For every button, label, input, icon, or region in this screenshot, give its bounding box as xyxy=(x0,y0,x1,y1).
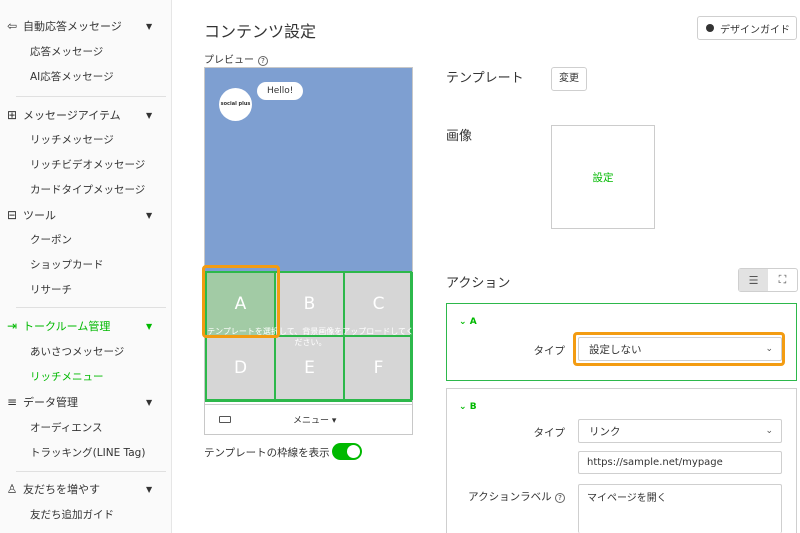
sidebar-group-add-friends[interactable]: ♙ 友だちを増やす ▼ xyxy=(0,480,172,498)
url-input[interactable]: https://sample.net/mypage xyxy=(578,451,782,474)
sidebar-item-response-message[interactable]: 応答メッセージ xyxy=(30,44,103,59)
sidebar-item-research[interactable]: リサーチ xyxy=(30,282,72,297)
action-panel-header-a[interactable]: ⌄ A xyxy=(459,317,477,327)
info-icon xyxy=(706,24,714,32)
image-upload-box[interactable]: 設定 xyxy=(551,125,655,229)
sidebar-group-message-item[interactable]: ⊞ メッセージアイテム ▼ xyxy=(0,106,172,124)
menu-cell-e[interactable]: E xyxy=(275,336,344,400)
menu-cell-c[interactable]: C xyxy=(344,272,413,336)
expand-icon[interactable]: ⛶ xyxy=(768,269,797,291)
sidebar-item-rich-message[interactable]: リッチメッセージ xyxy=(30,132,114,147)
type-label-b: タイプ xyxy=(533,427,566,439)
tool-icon: ⊟ xyxy=(6,208,18,222)
help-icon[interactable]: ? xyxy=(258,56,268,66)
border-toggle-label: テンプレートの枠線を表示 xyxy=(204,447,330,459)
menu-bar: メニュー ▾ xyxy=(205,404,412,434)
preview-phone: social plus Hello! A B C D E F テンプレートを選択… xyxy=(204,67,414,435)
database-icon: ≡ xyxy=(6,395,18,409)
menu-toggle-text[interactable]: メニュー ▾ xyxy=(293,413,336,426)
chevron-down-icon: ▼ xyxy=(146,484,153,494)
sidebar-item-rich-menu[interactable]: リッチメニュー xyxy=(30,369,104,384)
sidebar-item-rich-video[interactable]: リッチビデオメッセージ xyxy=(30,157,145,172)
message-item-icon: ⊞ xyxy=(6,108,18,122)
chevron-down-icon: ▼ xyxy=(146,397,153,407)
template-label: テンプレート xyxy=(446,71,524,86)
add-friends-icon: ♙ xyxy=(6,482,18,496)
sidebar-item-coupon[interactable]: クーポン xyxy=(30,232,72,247)
sidebar-divider xyxy=(16,471,166,472)
type-label-a: タイプ xyxy=(533,345,566,357)
menu-cell-b[interactable]: B xyxy=(275,272,344,336)
sidebar: ⇦ 自動応答メッセージ ▼ 応答メッセージ AI応答メッセージ ⊞ メッセージア… xyxy=(0,0,172,533)
design-guide-button[interactable]: デザインガイド xyxy=(697,16,797,40)
type-select-b[interactable]: リンク ⌄ xyxy=(578,419,782,443)
sidebar-item-friend-guide[interactable]: 友だち追加ガイド xyxy=(30,507,114,522)
sidebar-group-auto-reply[interactable]: ⇦ 自動応答メッセージ ▼ xyxy=(0,17,172,35)
change-template-button[interactable]: 変更 xyxy=(551,67,587,91)
talk-room-icon: ⇥ xyxy=(6,319,18,333)
preview-label: プレビュー? xyxy=(204,51,268,66)
help-icon[interactable]: ? xyxy=(555,493,565,503)
border-toggle[interactable] xyxy=(332,443,362,460)
view-toggle: ☰ ⛶ xyxy=(738,268,798,292)
bot-avatar: social plus xyxy=(219,88,252,121)
preview-background: social plus Hello! xyxy=(205,68,412,271)
menu-cell-d[interactable]: D xyxy=(206,336,275,400)
sidebar-item-card-type[interactable]: カードタイプメッセージ xyxy=(30,182,145,197)
sidebar-group-talk-room[interactable]: ⇥ トークルーム管理 ▼ xyxy=(0,317,172,335)
action-label: アクション xyxy=(446,276,511,291)
action-panel-header-b[interactable]: ⌄ B xyxy=(459,402,477,412)
list-view-icon[interactable]: ☰ xyxy=(739,269,768,291)
sidebar-group-data[interactable]: ≡ データ管理 ▼ xyxy=(0,393,172,411)
chevron-down-icon: ▼ xyxy=(146,210,153,220)
chevron-down-icon: ▼ xyxy=(146,110,153,120)
sidebar-divider xyxy=(16,307,166,308)
image-label: 画像 xyxy=(446,129,473,144)
chevron-down-icon: ▼ xyxy=(146,21,153,31)
selected-cell-highlight xyxy=(202,265,280,338)
sidebar-item-greeting[interactable]: あいさつメッセージ xyxy=(30,344,124,359)
menu-cell-f[interactable]: F xyxy=(344,336,413,400)
sidebar-group-tools[interactable]: ⊟ ツール ▼ xyxy=(0,206,172,224)
chat-bubble: Hello! xyxy=(257,82,304,100)
keyboard-icon[interactable] xyxy=(219,416,231,423)
action-label-title: アクションラベル ? xyxy=(460,489,565,504)
type-select-highlight xyxy=(573,332,785,366)
sidebar-item-audience[interactable]: オーディエンス xyxy=(30,420,103,435)
chevron-down-icon: ▼ xyxy=(146,321,153,331)
action-label-input[interactable]: マイページを開く xyxy=(578,484,782,533)
chevron-down-icon: ⌄ xyxy=(765,426,773,436)
sidebar-divider xyxy=(16,96,166,97)
sidebar-item-tracking[interactable]: トラッキング(LINE Tag) xyxy=(30,445,145,460)
auto-reply-icon: ⇦ xyxy=(6,19,18,33)
toggle-knob xyxy=(347,445,360,458)
sidebar-item-ai-response[interactable]: AI応答メッセージ xyxy=(30,69,114,84)
sidebar-item-shop-card[interactable]: ショップカード xyxy=(30,257,104,272)
page-title: コンテンツ設定 xyxy=(204,22,317,41)
